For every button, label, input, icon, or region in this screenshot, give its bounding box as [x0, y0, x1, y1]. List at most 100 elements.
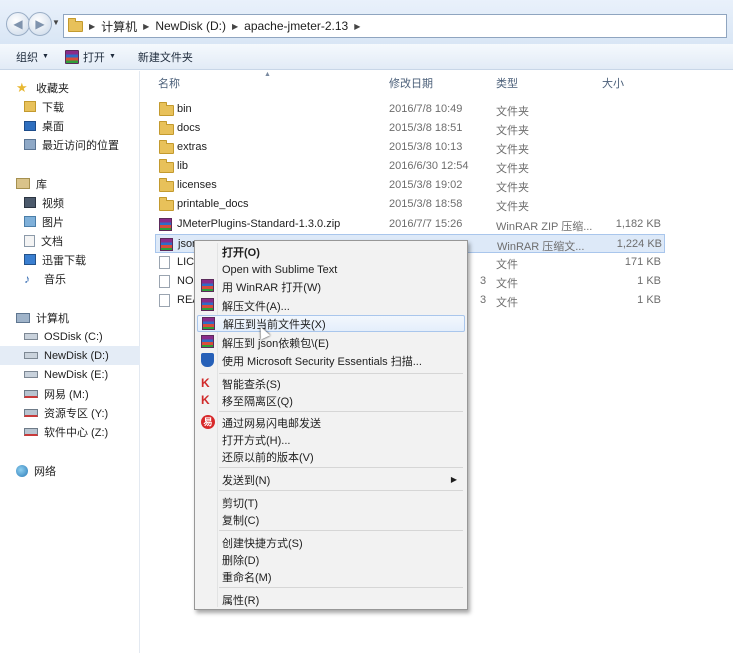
- menu-item-smart-scan[interactable]: K 智能查杀(S): [197, 375, 465, 392]
- table-row[interactable]: licenses 2015/3/8 19:02 文件夹: [155, 176, 665, 195]
- back-arrow-icon: ◀: [13, 17, 23, 31]
- star-icon: ★: [16, 79, 28, 95]
- sort-ascending-icon: ▲: [264, 71, 271, 78]
- library-icon: [16, 178, 30, 189]
- nav-network[interactable]: 网络: [16, 461, 156, 480]
- command-bar: 组织 ▼ 打开 ▼ 新建文件夹: [0, 44, 733, 70]
- menu-item-extract-files[interactable]: 解压文件(A)...: [197, 297, 465, 314]
- table-row[interactable]: lib 2016/6/30 12:54 文件夹: [155, 157, 665, 176]
- kaspersky-icon: K: [201, 393, 210, 407]
- open-button[interactable]: 打开 ▼: [64, 49, 116, 65]
- column-header-type[interactable]: 类型: [496, 75, 518, 91]
- winrar-zip-icon: [159, 218, 172, 231]
- network-drive-icon: [24, 389, 38, 398]
- open-label: 打开: [82, 51, 105, 64]
- breadcrumb-jmeter[interactable]: apache-jmeter-2.13: [244, 19, 348, 33]
- folder-icon: [159, 178, 174, 192]
- column-header-date[interactable]: 修改日期: [389, 75, 433, 91]
- breadcrumb-newdisk[interactable]: NewDisk (D:): [155, 19, 226, 33]
- music-icon: ♪: [24, 271, 30, 286]
- netease-icon: 易: [201, 415, 215, 429]
- menu-item-create-shortcut[interactable]: 创建快捷方式(S): [197, 534, 465, 551]
- drive-icon: [24, 333, 38, 340]
- folder-icon: [68, 17, 83, 32]
- organize-label: 组织: [16, 51, 38, 64]
- menu-item-mse-scan[interactable]: 使用 Microsoft Security Essentials 扫描...: [197, 352, 465, 369]
- menu-separator: [219, 467, 463, 468]
- recent-pages-dropdown-icon[interactable]: ▼: [52, 18, 60, 27]
- table-row[interactable]: JMeterPlugins-Standard-1.3.0.zip 2016/7/…: [155, 215, 665, 234]
- new-folder-button[interactable]: 新建文件夹: [138, 49, 193, 65]
- menu-item-extract-to-folder[interactable]: 解压到 json依赖包\(E): [197, 334, 465, 351]
- new-folder-label: 新建文件夹: [137, 51, 193, 64]
- folder-icon: [159, 140, 174, 154]
- nav-favorites[interactable]: ★ 收藏夹: [16, 78, 156, 97]
- table-row[interactable]: extras 2015/3/8 10:13 文件夹: [155, 138, 665, 157]
- xunlei-download-icon: [24, 254, 36, 265]
- nav-newdisk-d[interactable]: NewDisk (D:): [0, 346, 140, 365]
- folder-icon: [159, 121, 174, 135]
- nav-computer[interactable]: 计算机: [16, 308, 156, 327]
- table-row[interactable]: printable_docs 2015/3/8 18:58 文件夹: [155, 195, 665, 214]
- menu-item-send-to[interactable]: 发送到(N) ▶: [197, 471, 465, 488]
- context-menu: 打开(O) Open with Sublime Text 用 WinRAR 打开…: [194, 240, 468, 610]
- table-row[interactable]: docs 2015/3/8 18:51 文件夹: [155, 119, 665, 138]
- winrar-icon: [201, 335, 214, 348]
- menu-item-copy[interactable]: 复制(C): [197, 511, 465, 528]
- menu-item-netease-send[interactable]: 易 通过网易闪电邮发送: [197, 414, 465, 431]
- pictures-icon: [24, 216, 36, 227]
- network-drive-icon: [24, 427, 38, 436]
- crumb-separator-icon[interactable]: ▶: [89, 22, 95, 31]
- menu-item-open[interactable]: 打开(O): [197, 243, 465, 260]
- downloads-folder-icon: [24, 101, 36, 112]
- breadcrumb-computer[interactable]: 计算机: [101, 18, 137, 35]
- column-header-size[interactable]: 大小: [602, 75, 624, 91]
- menu-item-restore-versions[interactable]: 还原以前的版本(V): [197, 448, 465, 465]
- organize-button[interactable]: 组织 ▼: [16, 49, 49, 65]
- security-shield-icon: [201, 353, 214, 367]
- crumb-separator-icon[interactable]: ▶: [354, 22, 360, 31]
- address-field[interactable]: ▶ 计算机 ▶ NewDisk (D:) ▶ apache-jmeter-2.1…: [63, 14, 727, 38]
- drive-icon: [24, 371, 38, 378]
- forward-arrow-icon: ▶: [35, 17, 45, 31]
- crumb-separator-icon[interactable]: ▶: [143, 22, 149, 31]
- table-row[interactable]: bin 2016/7/8 10:49 文件夹: [155, 100, 665, 119]
- network-drive-icon: [24, 408, 38, 417]
- forward-button[interactable]: ▶: [28, 12, 52, 36]
- menu-item-open-sublime[interactable]: Open with Sublime Text: [197, 261, 465, 278]
- folder-icon: [159, 197, 174, 211]
- video-icon: [24, 197, 36, 208]
- navigation-pane: ★ 收藏夹 下载 桌面 最近访问的位置 库 视频 图片 文档 迅雷下载 ♪ 音乐…: [0, 71, 140, 653]
- menu-separator: [219, 530, 463, 531]
- winrar-icon: [201, 279, 214, 292]
- file-icon: [159, 275, 170, 288]
- network-globe-icon: [16, 464, 28, 477]
- winrar-icon: [201, 298, 214, 311]
- menu-item-delete[interactable]: 删除(D): [197, 551, 465, 568]
- column-header-name[interactable]: 名称: [158, 75, 180, 91]
- menu-item-cut[interactable]: 剪切(T): [197, 494, 465, 511]
- menu-item-rename[interactable]: 重命名(M): [197, 568, 465, 585]
- submenu-arrow-icon: ▶: [450, 475, 457, 484]
- documents-icon: [24, 234, 35, 247]
- nav-library[interactable]: 库: [16, 174, 156, 193]
- menu-item-quarantine[interactable]: K 移至隔离区(Q): [197, 392, 465, 409]
- menu-item-open-with[interactable]: 打开方式(H)...: [197, 431, 465, 448]
- menu-item-properties[interactable]: 属性(R): [197, 591, 465, 608]
- menu-item-extract-here[interactable]: 解压到当前文件夹(X): [197, 315, 465, 332]
- back-button[interactable]: ◀: [6, 12, 30, 36]
- folder-icon: [159, 159, 174, 173]
- crumb-separator-icon[interactable]: ▶: [232, 22, 238, 31]
- winrar-archive-icon: [160, 238, 173, 251]
- recent-places-icon: [24, 139, 36, 150]
- menu-separator: [219, 490, 463, 491]
- menu-item-winrar-open[interactable]: 用 WinRAR 打开(W): [197, 278, 465, 295]
- menu-separator: [219, 411, 463, 412]
- file-icon: [159, 294, 170, 307]
- menu-separator: [219, 373, 463, 374]
- drive-icon: [24, 352, 38, 359]
- computer-icon: [16, 312, 30, 323]
- chevron-down-icon: ▼: [42, 53, 49, 60]
- desktop-icon: [24, 120, 36, 131]
- menu-separator: [219, 587, 463, 588]
